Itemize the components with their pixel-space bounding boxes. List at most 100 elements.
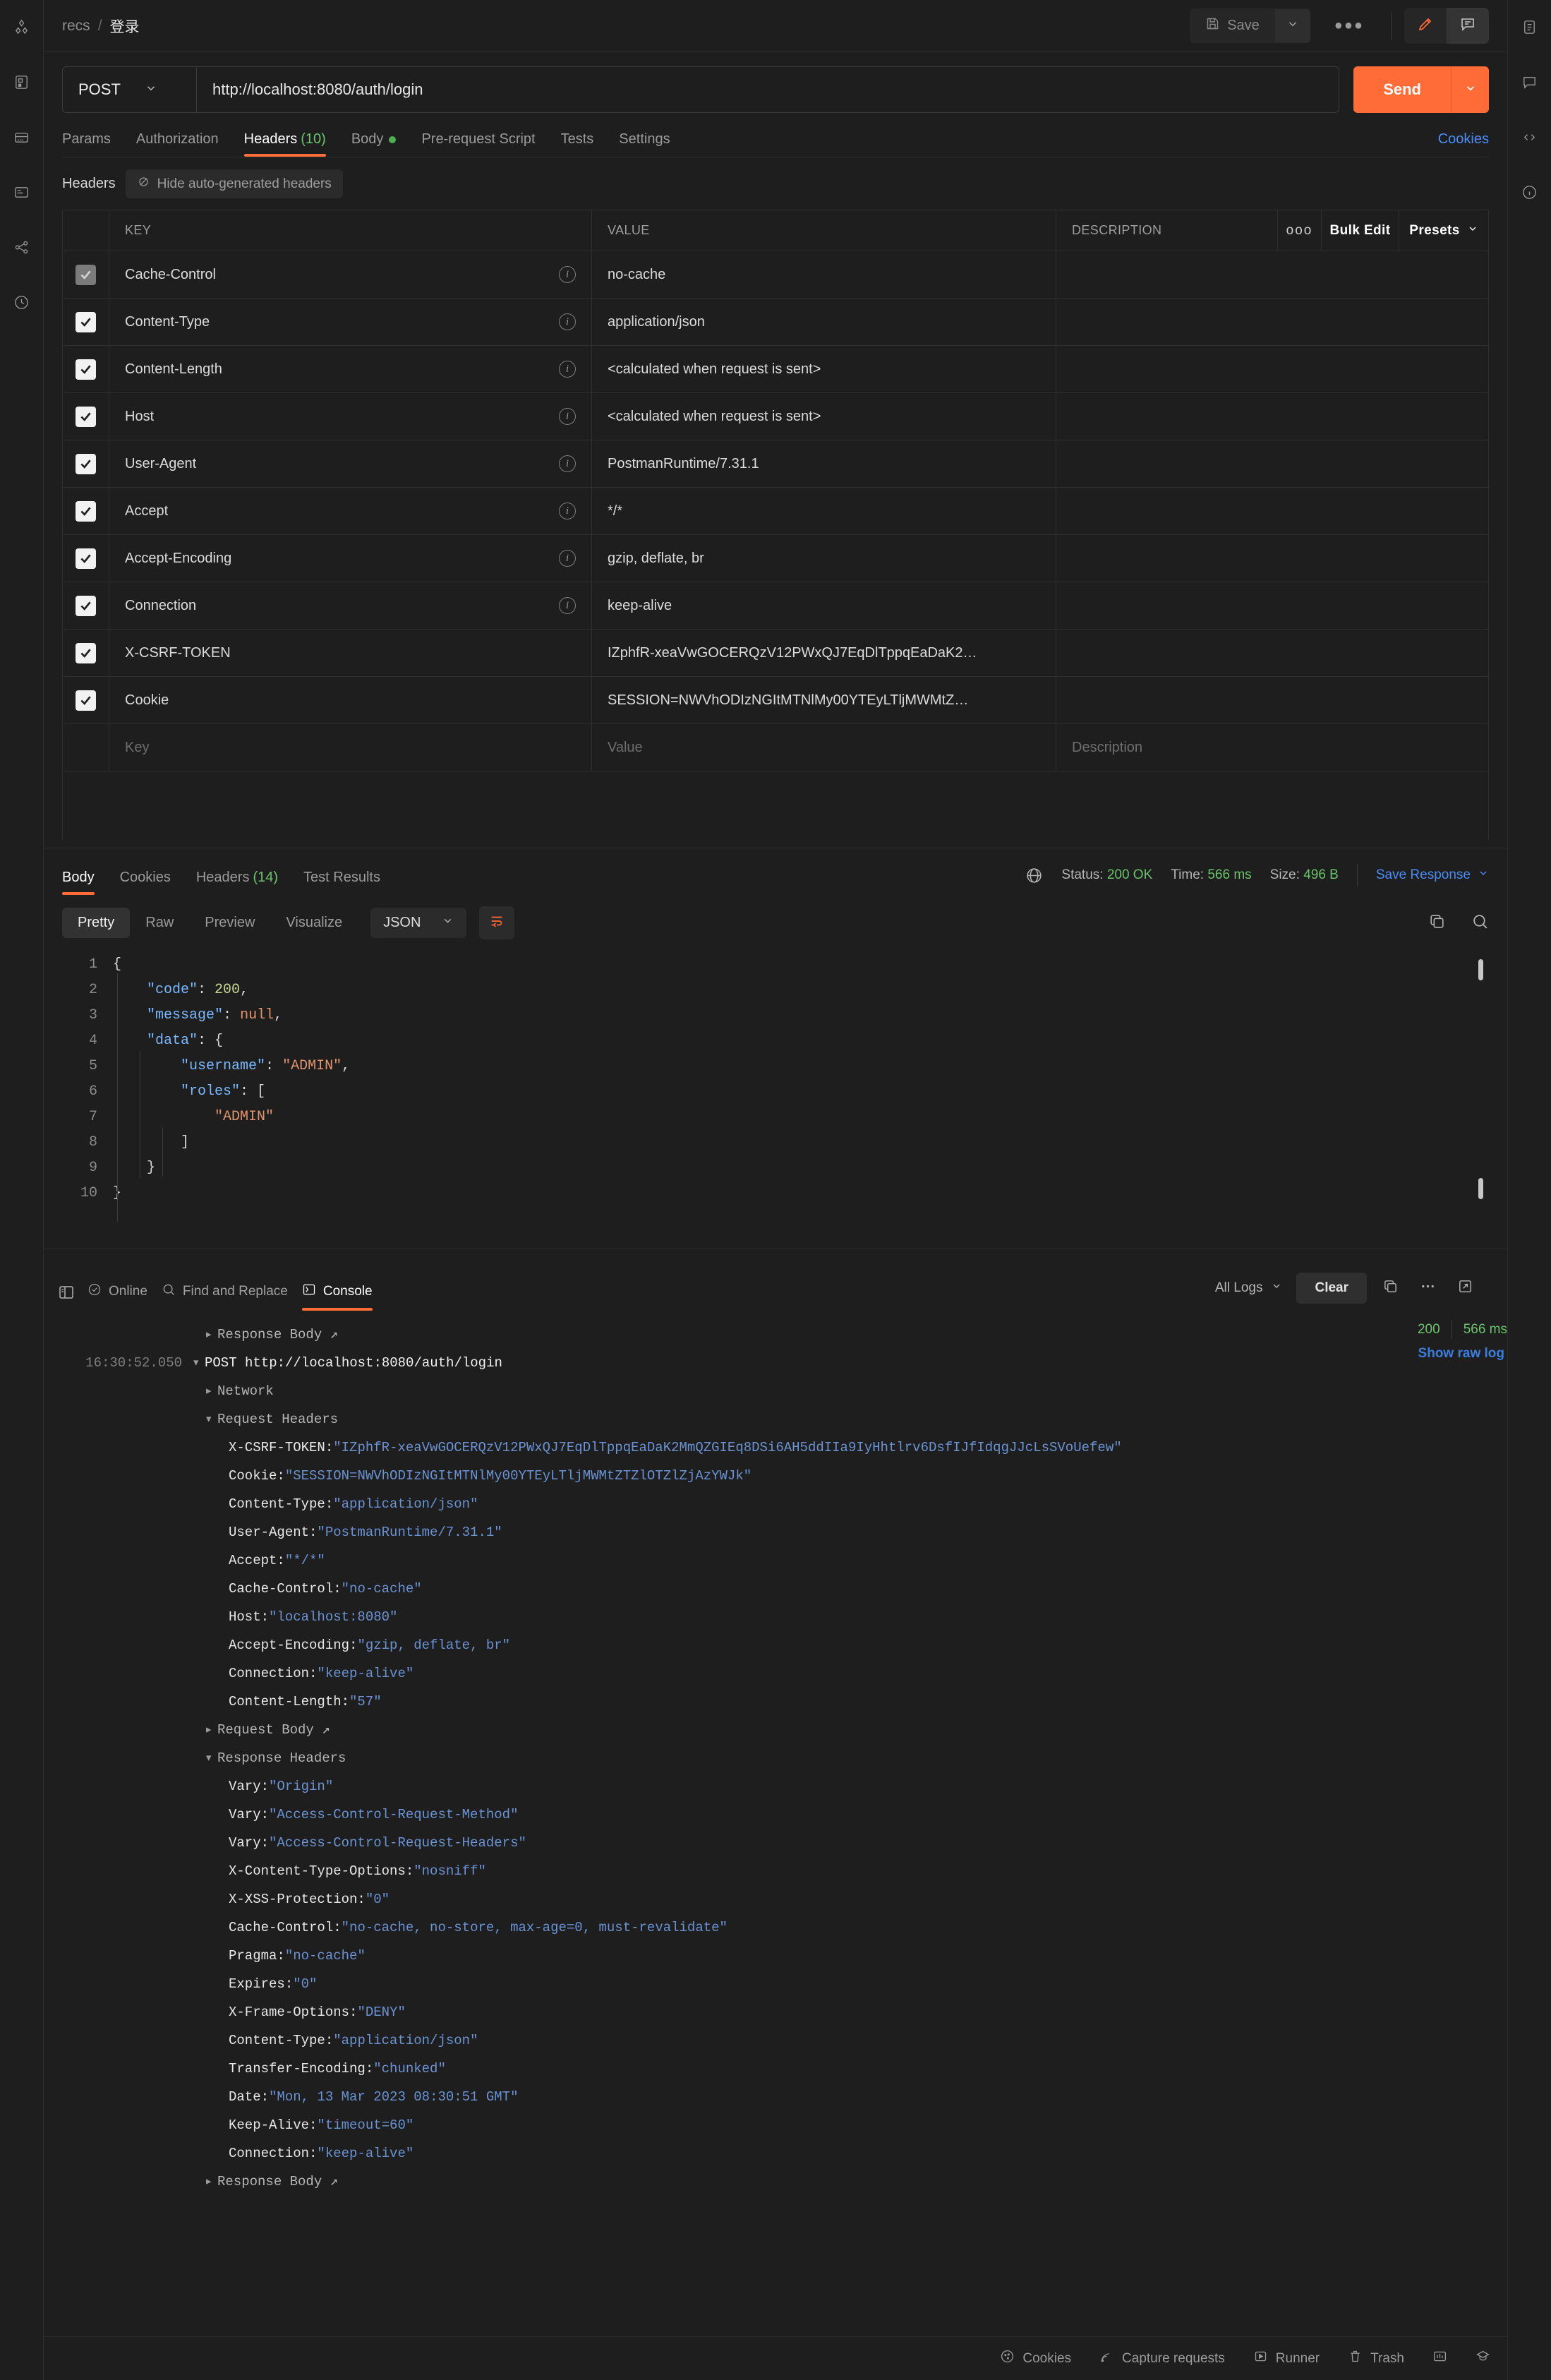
table-row-empty[interactable]: Key Value Description: [63, 724, 1488, 771]
external-link-icon[interactable]: [1457, 1278, 1473, 1298]
environments-icon[interactable]: [8, 178, 36, 206]
statusbar-help-button[interactable]: [1475, 2349, 1490, 2368]
row-description-cell[interactable]: [1056, 677, 1488, 723]
checkbox-icon[interactable]: [76, 595, 96, 616]
info-icon[interactable]: i: [559, 361, 576, 378]
info-icon[interactable]: i: [559, 503, 576, 519]
disclosure-triangle-icon[interactable]: ▸: [205, 1716, 217, 1744]
apis-icon[interactable]: [8, 123, 36, 151]
copy-icon[interactable]: [1382, 1278, 1399, 1298]
tab-authorization[interactable]: Authorization: [123, 131, 231, 157]
all-logs-selector[interactable]: All Logs: [1201, 1280, 1297, 1296]
statusbar-runner[interactable]: Runner: [1253, 2349, 1320, 2368]
collections-icon[interactable]: [8, 68, 36, 96]
row-checkbox-cell[interactable]: [63, 535, 109, 582]
checkbox-icon[interactable]: [76, 406, 96, 427]
row-checkbox-cell[interactable]: [63, 677, 109, 723]
segment-visualize[interactable]: Visualize: [270, 908, 358, 938]
row-key-cell[interactable]: User-Agent i: [109, 440, 592, 487]
disclosure-triangle-icon[interactable]: ▾: [205, 1405, 217, 1434]
row-checkbox-cell[interactable]: [63, 299, 109, 345]
disclosure-triangle-icon[interactable]: ▾: [205, 1744, 217, 1772]
search-icon[interactable]: [1471, 913, 1489, 934]
edit-mode-button[interactable]: [1404, 8, 1447, 44]
table-row[interactable]: Content-Length i <calculated when request…: [63, 346, 1488, 393]
row-key-cell[interactable]: Connection i: [109, 582, 592, 629]
row-description-cell[interactable]: [1056, 582, 1488, 629]
row-key-cell[interactable]: Accept i: [109, 488, 592, 534]
tab-headers[interactable]: Headers (10): [231, 131, 339, 157]
console-item-online[interactable]: Online: [87, 1282, 162, 1311]
info-icon[interactable]: i: [559, 313, 576, 330]
table-more-button[interactable]: ooo: [1278, 210, 1322, 251]
checkbox-icon[interactable]: [76, 264, 96, 285]
row-key-cell[interactable]: X-CSRF-TOKEN: [109, 630, 592, 676]
table-row[interactable]: Connection i keep-alive: [63, 582, 1488, 630]
row-value-cell[interactable]: <calculated when request is sent>: [592, 393, 1056, 440]
disclosure-triangle-icon[interactable]: ▸: [205, 2168, 217, 2196]
comments-panel-icon[interactable]: [1516, 68, 1544, 96]
statusbar-capture-requests[interactable]: Capture requests: [1099, 2349, 1225, 2368]
code-scrollbar-bottom[interactable]: [1478, 1178, 1483, 1199]
statusbar-trash[interactable]: Trash: [1348, 2349, 1404, 2368]
save-dropdown-button[interactable]: [1274, 9, 1310, 42]
bulk-edit-button[interactable]: Bulk Edit: [1322, 210, 1399, 251]
row-checkbox-cell[interactable]: [63, 393, 109, 440]
tab-params[interactable]: Params: [62, 131, 123, 157]
row-description-cell[interactable]: [1056, 393, 1488, 440]
table-row[interactable]: User-Agent i PostmanRuntime/7.31.1: [63, 440, 1488, 488]
row-checkbox-cell[interactable]: [63, 251, 109, 298]
row-key-cell[interactable]: Accept-Encoding i: [109, 535, 592, 582]
table-row[interactable]: Cookie SESSION=NWVhODIzNGItMTNlMy00YTEyL…: [63, 677, 1488, 724]
table-row[interactable]: Content-Type i application/json: [63, 299, 1488, 346]
checkbox-icon[interactable]: [76, 642, 96, 663]
tab-tests[interactable]: Tests: [548, 131, 607, 157]
send-button[interactable]: Send: [1353, 66, 1451, 113]
breadcrumb-collection[interactable]: recs: [62, 18, 90, 35]
comment-mode-button[interactable]: [1447, 8, 1489, 44]
row-description-cell[interactable]: [1056, 346, 1488, 392]
table-row[interactable]: Accept-Encoding i gzip, deflate, br: [63, 535, 1488, 582]
response-body-viewer[interactable]: 1{2 "code": 200, 3 "message": null, 4 "dat…: [62, 952, 1489, 1249]
row-key-cell[interactable]: Cache-Control i: [109, 251, 592, 298]
row-description-cell[interactable]: [1056, 299, 1488, 345]
row-checkbox-cell[interactable]: [63, 346, 109, 392]
documentation-icon[interactable]: [1516, 13, 1544, 41]
row-description-cell[interactable]: [1056, 440, 1488, 487]
row-checkbox-cell[interactable]: [63, 724, 109, 771]
mock-servers-icon[interactable]: [8, 233, 36, 261]
table-row[interactable]: Cache-Control i no-cache: [63, 251, 1488, 299]
url-input[interactable]: [197, 67, 1339, 112]
ellipsis-icon[interactable]: [1420, 1278, 1436, 1298]
row-description-cell[interactable]: [1056, 630, 1488, 676]
tab-pre-request-script[interactable]: Pre-request Script: [409, 131, 548, 157]
table-row[interactable]: Accept i */*: [63, 488, 1488, 535]
code-snippet-icon[interactable]: [1516, 123, 1544, 151]
table-row[interactable]: X-CSRF-TOKEN IZphfR-xeaVwGOCERQzV12PWxQJ…: [63, 630, 1488, 677]
row-checkbox-cell[interactable]: [63, 488, 109, 534]
response-tab-body[interactable]: Body: [62, 870, 107, 895]
new-value-input[interactable]: Value: [592, 724, 1056, 771]
segment-raw[interactable]: Raw: [130, 908, 189, 938]
statusbar-cookies[interactable]: Cookies: [1000, 2349, 1071, 2368]
table-row[interactable]: Host i <calculated when request is sent>: [63, 393, 1488, 440]
row-value-cell[interactable]: PostmanRuntime/7.31.1: [592, 440, 1056, 487]
checkbox-icon[interactable]: [76, 453, 96, 474]
info-panel-icon[interactable]: [1516, 178, 1544, 206]
checkbox-icon[interactable]: [76, 359, 96, 380]
info-icon[interactable]: i: [559, 408, 576, 425]
checkbox-icon[interactable]: [76, 548, 96, 569]
row-value-cell[interactable]: */*: [592, 488, 1056, 534]
more-actions-button[interactable]: ●●●: [1320, 9, 1378, 42]
row-checkbox-cell[interactable]: [63, 440, 109, 487]
save-button[interactable]: Save: [1190, 8, 1275, 43]
response-tab-test-results[interactable]: Test Results: [291, 870, 393, 895]
select-all-cell[interactable]: [63, 210, 109, 251]
clear-console-button[interactable]: Clear: [1296, 1273, 1367, 1304]
code-scrollbar-top[interactable]: [1478, 959, 1483, 980]
send-dropdown-button[interactable]: [1451, 66, 1489, 113]
presets-button[interactable]: Presets: [1399, 210, 1488, 251]
row-description-cell[interactable]: [1056, 251, 1488, 298]
console-log-area[interactable]: ▸ Response Body ↗ 16:30:52.050 ▾ POST http:/…: [44, 1311, 1507, 2336]
response-tab-headers[interactable]: Headers (14): [183, 870, 291, 895]
